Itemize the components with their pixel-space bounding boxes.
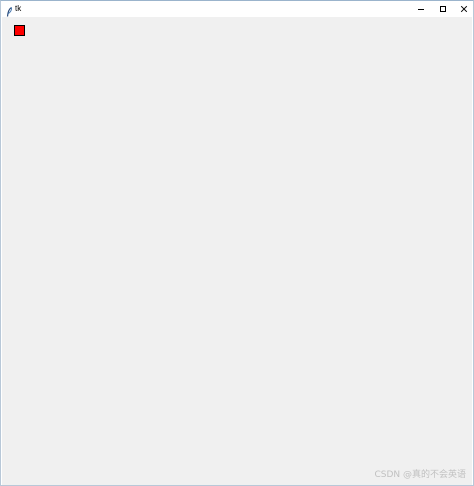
minimize-icon bbox=[417, 0, 425, 18]
tk-window: tk CSDN @真的不会英语 bbox=[0, 0, 474, 486]
close-button[interactable] bbox=[453, 1, 474, 16]
close-icon bbox=[460, 0, 468, 18]
minimize-button[interactable] bbox=[410, 1, 432, 16]
feather-icon bbox=[6, 4, 13, 17]
title-bar[interactable]: tk bbox=[1, 1, 474, 17]
watermark: CSDN @真的不会英语 bbox=[374, 470, 466, 480]
maximize-button[interactable] bbox=[432, 1, 454, 16]
window-title: tk bbox=[15, 4, 22, 13]
maximize-icon bbox=[439, 0, 447, 18]
tk-canvas[interactable]: CSDN @真的不会英语 bbox=[2, 17, 472, 485]
red-square bbox=[14, 25, 25, 36]
